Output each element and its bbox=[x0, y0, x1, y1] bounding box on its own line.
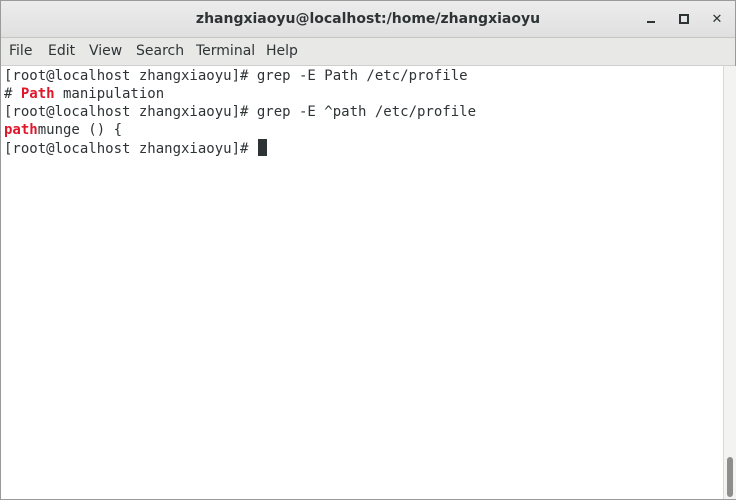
window-title: zhangxiaoyu@localhost:/home/zhangxiaoyu bbox=[195, 11, 541, 27]
grep-match-highlight: path bbox=[4, 122, 38, 138]
title-bar[interactable]: zhangxiaoyu@localhost:/home/zhangxiaoyu … bbox=[1, 1, 735, 38]
grep-match-highlight: Path bbox=[20, 86, 55, 102]
close-button[interactable]: ✕ bbox=[707, 9, 727, 29]
close-icon: ✕ bbox=[711, 11, 723, 27]
terminal-text: [root@localhost zhangxiaoyu]# grep -E ^p… bbox=[4, 104, 477, 120]
terminal-text: [root@localhost zhangxiaoyu]# grep -E Pa… bbox=[4, 68, 468, 84]
terminal-text: # bbox=[4, 86, 21, 102]
menu-edit[interactable]: Edit bbox=[48, 38, 75, 65]
maximize-button[interactable] bbox=[674, 9, 694, 29]
terminal-line: pathmunge () { bbox=[4, 121, 122, 139]
terminal-text: manipulation bbox=[54, 86, 165, 102]
menu-bar: File Edit View Search Terminal Help bbox=[1, 38, 735, 66]
terminal-line: # Path manipulation bbox=[4, 85, 164, 103]
terminal-window: zhangxiaoyu@localhost:/home/zhangxiaoyu … bbox=[0, 0, 736, 500]
maximize-icon bbox=[679, 14, 689, 24]
terminal-line: [root@localhost zhangxiaoyu]# grep -E Pa… bbox=[4, 67, 468, 85]
terminal-text: munge () { bbox=[37, 122, 123, 138]
text-cursor bbox=[257, 139, 267, 156]
minimize-icon bbox=[647, 21, 655, 23]
minimize-button[interactable] bbox=[641, 9, 661, 29]
terminal-output[interactable]: [root@localhost zhangxiaoyu]# grep -E Pa… bbox=[1, 66, 723, 499]
menu-view[interactable]: View bbox=[89, 38, 122, 65]
scrollbar-thumb[interactable] bbox=[727, 457, 733, 497]
terminal-line: [root@localhost zhangxiaoyu]# bbox=[4, 139, 267, 157]
menu-file[interactable]: File bbox=[9, 38, 32, 65]
menu-help[interactable]: Help bbox=[266, 38, 298, 65]
menu-terminal[interactable]: Terminal bbox=[196, 38, 255, 65]
menu-search[interactable]: Search bbox=[136, 38, 184, 65]
terminal-text: [root@localhost zhangxiaoyu]# bbox=[4, 141, 257, 157]
terminal-line: [root@localhost zhangxiaoyu]# grep -E ^p… bbox=[4, 103, 476, 121]
scrollbar[interactable] bbox=[723, 66, 736, 499]
